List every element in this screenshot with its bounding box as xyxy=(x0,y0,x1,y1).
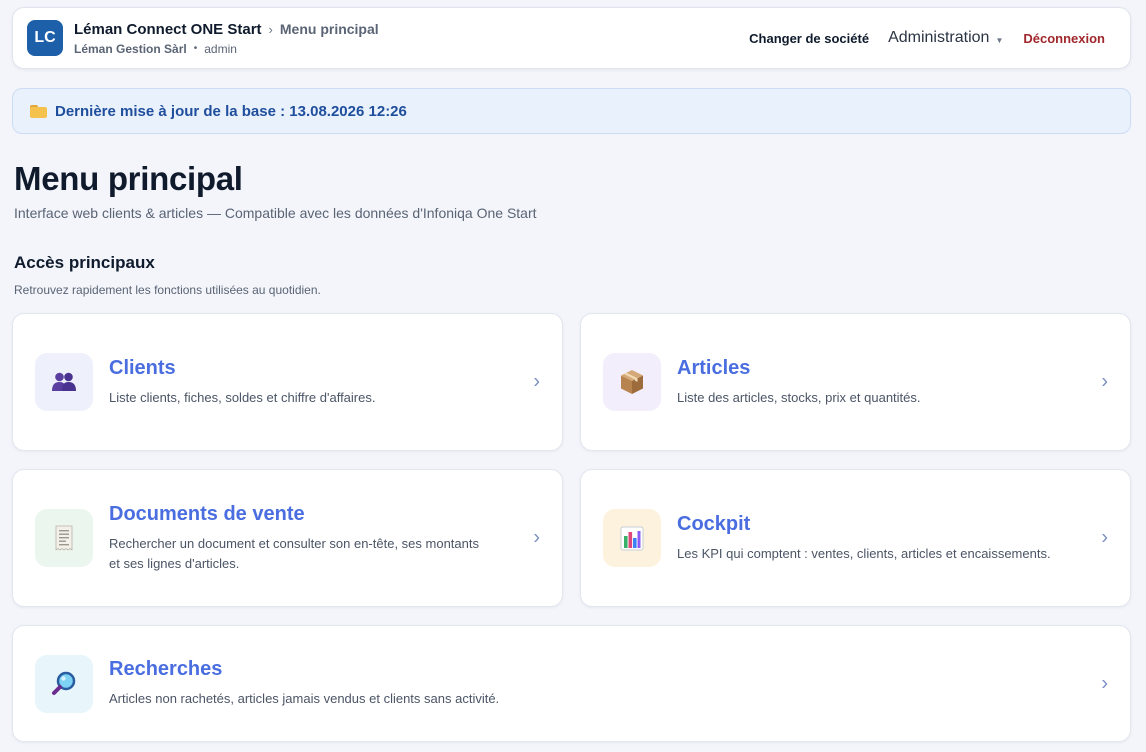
magnifier-icon xyxy=(35,654,93,713)
breadcrumb-current: Menu principal xyxy=(279,21,379,37)
change-company-button[interactable]: Changer de société xyxy=(749,31,869,46)
user-name: admin xyxy=(204,41,237,56)
chevron-right-icon: › xyxy=(1101,526,1108,549)
chevron-right-icon: › xyxy=(533,526,540,549)
page-title: Menu principal xyxy=(14,160,243,197)
top-bar: LC Léman Connect ONE Start › Menu princi… xyxy=(12,7,1131,69)
card-description: Liste clients, fiches, soldes et chiffre… xyxy=(109,389,376,405)
card-description-line-2: et ses lignes d'articles. xyxy=(109,555,240,571)
card-description: Rechercher un document et consulter son … xyxy=(109,535,479,551)
caret-down-icon: ▼ xyxy=(995,35,1004,45)
chevron-right-icon: › xyxy=(533,370,540,393)
card-clients[interactable]: Clients Liste clients, fiches, soldes et… xyxy=(12,313,563,451)
chevron-right-icon: › xyxy=(1101,370,1108,393)
session-info: Léman Gestion Sàrl • admin xyxy=(74,42,379,56)
administration-menu[interactable]: Administration ▼ xyxy=(888,29,1003,47)
card-recherches[interactable]: Recherches Articles non rachetés, articl… xyxy=(12,625,1131,742)
card-title: Clients xyxy=(109,356,176,379)
brand-block: Léman Connect ONE Start › Menu principal… xyxy=(74,21,379,56)
app-logo[interactable]: LC xyxy=(27,20,63,56)
package-icon xyxy=(603,353,661,411)
folder-icon xyxy=(30,104,47,118)
card-title: Recherches xyxy=(109,658,223,680)
bar-chart-icon xyxy=(603,509,661,567)
card-description: Les KPI qui comptent : ventes, clients, … xyxy=(677,545,1051,561)
chevron-right-icon: › xyxy=(1101,672,1108,694)
card-description: Liste des articles, stocks, prix et quan… xyxy=(677,389,921,405)
logout-button[interactable]: Déconnexion xyxy=(1023,31,1105,46)
card-documents-de-vente[interactable]: Documents de vente Rechercher un documen… xyxy=(12,469,563,607)
users-icon xyxy=(35,353,93,411)
section-title: Accès principaux xyxy=(14,253,155,272)
card-articles[interactable]: Articles Liste des articles, stocks, pri… xyxy=(580,313,1131,451)
breadcrumb: Léman Connect ONE Start › Menu principal xyxy=(74,21,379,38)
breadcrumb-chevron-icon: › xyxy=(268,21,273,37)
card-title: Cockpit xyxy=(677,512,751,535)
update-banner-text: Dernière mise à jour de la base : 13.08.… xyxy=(55,102,407,120)
section-description: Retrouvez rapidement les fonctions utili… xyxy=(14,283,321,297)
update-banner: Dernière mise à jour de la base : 13.08.… xyxy=(12,88,1131,134)
card-title: Articles xyxy=(677,356,751,379)
page-subtitle: Interface web clients & articles — Compa… xyxy=(14,205,537,221)
app-name[interactable]: Léman Connect ONE Start xyxy=(74,21,262,38)
receipt-icon xyxy=(35,509,93,567)
card-cockpit[interactable]: Cockpit Les KPI qui comptent : ventes, c… xyxy=(580,469,1131,607)
card-description: Articles non rachetés, articles jamais v… xyxy=(109,691,500,706)
bullet-separator: • xyxy=(193,43,198,54)
top-actions: Changer de société Administration ▼ Déco… xyxy=(749,29,1116,47)
company-name: Léman Gestion Sàrl xyxy=(74,41,187,56)
card-title: Documents de vente xyxy=(109,502,305,525)
administration-label: Administration xyxy=(888,29,990,46)
